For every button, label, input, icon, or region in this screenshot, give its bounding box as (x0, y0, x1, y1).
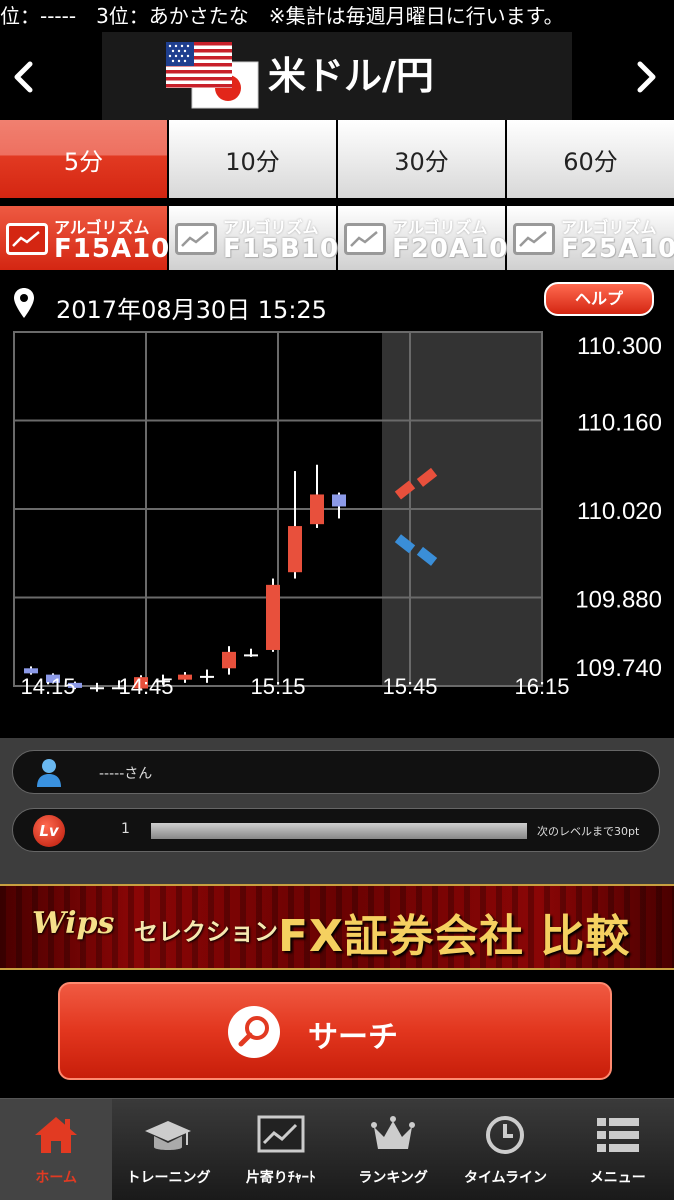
tab-label: 5分 (63, 147, 104, 176)
candle-body (332, 494, 346, 507)
x-tick-label: 14:15 (20, 674, 75, 699)
search-label: サーチ (308, 1020, 398, 1055)
bottom-navigation: ホーム トレーニング 片寄りﾁｬｰﾄ ランキング タイムライン メニュー (0, 1098, 674, 1200)
banner-title: FX証券会社 比較 (278, 911, 631, 962)
nav-label: トレーニング (126, 1170, 211, 1186)
chevron-left-icon (14, 61, 33, 93)
chart-icon (6, 223, 48, 255)
tab-label: 60分 (563, 147, 618, 176)
nav-training[interactable]: トレーニング (112, 1099, 224, 1200)
nav-timeline[interactable]: タイムライン (449, 1099, 561, 1200)
user-row[interactable]: -----さん (12, 750, 660, 794)
home-icon (35, 1117, 78, 1153)
nav-bias-chart[interactable]: 片寄りﾁｬｰﾄ (225, 1099, 337, 1200)
y-tick-label: 110.300 (577, 333, 662, 360)
level-progress-bar (151, 823, 527, 839)
y-tick-label: 110.020 (577, 498, 662, 525)
algo-tab-f20a10[interactable]: アルゴリズム F20A10 (338, 206, 507, 270)
next-pair-button[interactable] (620, 52, 670, 102)
level-number: 1 (121, 821, 130, 837)
prev-pair-button[interactable] (0, 52, 50, 102)
fx-comparison-banner[interactable]: Wips セレクション FX証券会社 比較 (0, 884, 674, 970)
candle-body (222, 651, 236, 669)
algo-tab-f25a10[interactable]: アルゴリズム F25A10 (507, 206, 674, 270)
candle-body (200, 675, 214, 678)
level-row: Lv 1 次のレベルまで30pt (12, 808, 660, 852)
user-avatar-icon (37, 759, 61, 787)
location-pin-icon (14, 288, 34, 318)
search-icon (228, 1006, 280, 1058)
tab-60min[interactable]: 60分 (507, 120, 674, 198)
algo-name: F15A10 (54, 234, 171, 264)
user-name: -----さん (99, 766, 153, 782)
next-level-text: 次のレベルまで30pt (537, 825, 640, 838)
user-panel: -----さん Lv 1 次のレベルまで30pt (0, 738, 674, 884)
timeframe-tabs: 5分 10分 30分 60分 (0, 120, 674, 198)
wips-logo: Wips (32, 906, 115, 941)
nav-home[interactable]: ホーム (0, 1099, 113, 1200)
algo-name: F20A10 (392, 234, 509, 264)
chart-icon (175, 223, 217, 255)
chevron-right-icon (637, 61, 656, 93)
algorithm-tabs: アルゴリズム F15A10 アルゴリズム F15B10 アルゴリズム F20A1… (0, 206, 674, 270)
chart-icon (257, 1115, 305, 1153)
help-button[interactable]: ヘルプ (544, 282, 654, 316)
currency-header: 米ドル/円 (0, 32, 674, 120)
pair-title: 米ドル/円 (268, 54, 434, 98)
candle-body (244, 654, 258, 657)
x-tick-label: 15:15 (250, 674, 305, 699)
nav-ranking[interactable]: ランキング (337, 1099, 449, 1200)
ticker-text: 位：----- 3位：あかさたな ※集計は毎週月曜日に行います。 (0, 4, 564, 28)
tab-5min[interactable]: 5分 (0, 120, 169, 198)
x-tick-label: 16:15 (514, 674, 569, 699)
candle-body (310, 494, 324, 525)
y-tick-label: 110.160 (577, 410, 662, 437)
candlestick-chart: 110.300 110.160 110.020 109.880 109.740 14:1… (13, 331, 662, 699)
menu-icon (596, 1118, 639, 1152)
candle-body (178, 674, 192, 680)
chart-icon (513, 223, 555, 255)
graduation-cap-icon (145, 1121, 192, 1150)
nav-label: ホーム (35, 1170, 77, 1186)
crown-icon (371, 1116, 416, 1149)
nav-label: ランキング (358, 1170, 428, 1186)
banner-selection-text: セレクション (134, 918, 278, 946)
date-row: 2017年08月30日 15:25 ヘルプ (0, 280, 674, 330)
y-tick-label: 109.740 (575, 655, 662, 682)
search-button[interactable]: サーチ (58, 982, 612, 1080)
x-tick-label: 15:45 (382, 674, 437, 699)
y-tick-label: 109.880 (575, 587, 662, 614)
x-tick-label: 14:45 (118, 674, 173, 699)
chart-datetime: 2017年08月30日 15:25 (56, 296, 327, 324)
tab-label: 10分 (225, 147, 280, 176)
ranking-ticker: 位：----- 3位：あかさたな ※集計は毎週月曜日に行います。 (0, 0, 674, 32)
nav-label: 片寄りﾁｬｰﾄ (245, 1170, 316, 1186)
clock-icon (486, 1116, 525, 1154)
algo-name: F25A10 (561, 234, 674, 264)
nav-label: メニュー (589, 1170, 646, 1186)
price-chart: 110.300 110.160 110.020 109.880 109.740 14:1… (0, 328, 674, 708)
algo-name: F15B10 (223, 234, 339, 264)
nav-label: タイムライン (463, 1170, 547, 1186)
usd-jpy-flag-icon (166, 42, 262, 110)
algo-tab-f15b10[interactable]: アルゴリズム F15B10 (169, 206, 338, 270)
candle-body (288, 526, 302, 573)
tab-30min[interactable]: 30分 (338, 120, 507, 198)
chart-icon (344, 223, 386, 255)
candle-body (90, 687, 104, 690)
level-icon: Lv (33, 815, 65, 847)
algo-tab-f15a10[interactable]: アルゴリズム F15A10 (0, 206, 169, 270)
nav-menu[interactable]: メニュー (562, 1099, 674, 1200)
tab-label: 30分 (394, 147, 449, 176)
candle-body (24, 668, 38, 674)
tab-10min[interactable]: 10分 (169, 120, 338, 198)
candle-body (266, 584, 280, 650)
